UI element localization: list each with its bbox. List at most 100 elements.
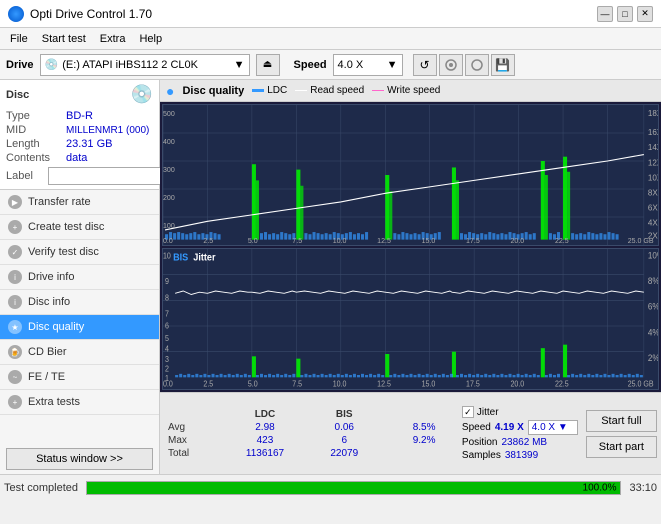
- speed-select[interactable]: 4.0 X ▼: [333, 54, 403, 76]
- sidebar-item-fe-te[interactable]: ~ FE / TE: [0, 365, 159, 390]
- contents-value: data: [66, 151, 153, 165]
- svg-text:BIS: BIS: [173, 252, 189, 264]
- svg-text:7: 7: [165, 309, 169, 319]
- drive-dropdown-arrow: ▼: [234, 59, 245, 71]
- cd-bier-icon: 🍺: [8, 345, 22, 359]
- title-bar: Opti Drive Control 1.70 — □ ✕: [0, 0, 661, 28]
- sidebar-item-disc-info[interactable]: i Disc info: [0, 290, 159, 315]
- type-label: Type: [6, 109, 66, 123]
- jitter-checkbox[interactable]: ✓: [462, 406, 474, 418]
- speed-stat-dropdown[interactable]: 4.0 X ▼: [528, 420, 578, 435]
- burn-icon[interactable]: [439, 54, 463, 76]
- sidebar-item-extra-tests[interactable]: + Extra tests: [0, 390, 159, 415]
- sidebar-item-cd-bier[interactable]: 🍺 CD Bier: [0, 340, 159, 365]
- lower-chart: 10% 8% 6% 4% 2% 10 9 8 7 6 5 4 3 2 1: [162, 248, 659, 390]
- svg-text:8: 8: [165, 293, 169, 303]
- stats-table: LDC BIS Avg 2.98 0.06 8.5%: [164, 408, 454, 460]
- sidebar-nav: ▶ Transfer rate + Create test disc ✓ Ver…: [0, 190, 159, 444]
- charts-area: 18X 16X 14X 12X 10X 8X 6X 4X 2X: [160, 102, 661, 392]
- chart-title: Disc quality: [182, 85, 244, 97]
- svg-text:9: 9: [165, 277, 169, 287]
- extra-tests-icon: +: [8, 395, 22, 409]
- drive-icon: 💿: [45, 58, 59, 71]
- svg-text:12X: 12X: [648, 157, 658, 167]
- fe-te-icon: ~: [8, 370, 22, 384]
- speed-label: Speed: [294, 59, 327, 71]
- jitter-speed-area: ✓ Jitter Speed 4.19 X 4.0 X ▼ Position 2…: [458, 406, 582, 461]
- svg-text:5.0: 5.0: [248, 236, 258, 245]
- disc-quality-label: Disc quality: [28, 321, 84, 333]
- max-jitter: 9.2%: [394, 434, 454, 447]
- extra-tests-label: Extra tests: [28, 396, 80, 408]
- samples-value: 381399: [505, 450, 538, 461]
- status-window-button[interactable]: Status window >>: [6, 448, 153, 470]
- disc-quality-icon: ★: [8, 320, 22, 334]
- svg-text:5.0: 5.0: [248, 379, 258, 389]
- drive-value: (E:) ATAPI iHBS112 2 CL0K: [62, 59, 198, 71]
- minimize-button[interactable]: —: [597, 6, 613, 22]
- sidebar-item-verify-test-disc[interactable]: ✓ Verify test disc: [0, 240, 159, 265]
- svg-text:17.5: 17.5: [466, 379, 480, 389]
- svg-text:10.0: 10.0: [333, 236, 347, 245]
- time-text: 33:10: [629, 482, 657, 494]
- stats-table-area: LDC BIS Avg 2.98 0.06 8.5%: [164, 408, 454, 460]
- chart-header: ● Disc quality LDC Read speed Write spee…: [160, 80, 661, 102]
- menu-start-test[interactable]: Start test: [36, 31, 92, 47]
- close-button[interactable]: ✕: [637, 6, 653, 22]
- app-title: Opti Drive Control 1.70: [30, 7, 152, 21]
- start-full-button[interactable]: Start full: [586, 410, 657, 432]
- position-value: 23862 MB: [501, 437, 547, 448]
- svg-text:6%: 6%: [648, 301, 658, 312]
- start-part-button[interactable]: Start part: [586, 436, 657, 458]
- svg-text:2: 2: [165, 364, 169, 374]
- mid-label: MID: [6, 123, 66, 137]
- erase-icon[interactable]: [465, 54, 489, 76]
- svg-text:7.5: 7.5: [292, 379, 302, 389]
- type-value: BD-R: [66, 109, 153, 123]
- max-label: Max: [164, 434, 220, 447]
- svg-text:25.0 GB: 25.0 GB: [628, 379, 654, 389]
- right-panel: ● Disc quality LDC Read speed Write spee…: [160, 80, 661, 474]
- disc-info-table: Type BD-R MID MILLENMR1 (000) Length 23.…: [6, 109, 153, 165]
- save-icon[interactable]: 💾: [491, 54, 515, 76]
- maximize-button[interactable]: □: [617, 6, 633, 22]
- jitter-checkbox-row: ✓ Jitter: [462, 406, 578, 418]
- avg-jitter: 8.5%: [394, 421, 454, 434]
- svg-text:4%: 4%: [648, 327, 658, 338]
- svg-text:16X: 16X: [648, 127, 658, 137]
- speed-stat-label: Speed: [462, 422, 491, 433]
- total-ldc: 1136167: [220, 447, 309, 460]
- sidebar-item-drive-info[interactable]: i Drive info: [0, 265, 159, 290]
- transfer-rate-label: Transfer rate: [28, 196, 91, 208]
- svg-text:6: 6: [165, 321, 169, 331]
- svg-text:100: 100: [163, 221, 175, 230]
- sidebar: Disc 💿 Type BD-R MID MILLENMR1 (000) Len…: [0, 80, 160, 474]
- menu-extra[interactable]: Extra: [94, 31, 132, 47]
- svg-text:500: 500: [163, 109, 175, 118]
- transfer-rate-icon: ▶: [8, 195, 22, 209]
- sidebar-item-create-test-disc[interactable]: + Create test disc: [0, 215, 159, 240]
- menu-file[interactable]: File: [4, 31, 34, 47]
- length-value: 23.31 GB: [66, 137, 153, 151]
- disc-info-label: Disc info: [28, 296, 70, 308]
- svg-text:10%: 10%: [648, 250, 658, 261]
- drive-label: Drive: [6, 59, 34, 71]
- sidebar-item-disc-quality[interactable]: ★ Disc quality: [0, 315, 159, 340]
- svg-text:10.0: 10.0: [333, 379, 347, 389]
- position-label: Position: [462, 437, 498, 448]
- max-row: Max 423 6 9.2%: [164, 434, 454, 447]
- bis-header: BIS: [310, 408, 379, 421]
- svg-text:0.0: 0.0: [163, 236, 173, 245]
- stats-bar: LDC BIS Avg 2.98 0.06 8.5%: [160, 392, 661, 474]
- eject-button[interactable]: ⏏: [256, 54, 280, 76]
- speed-row: Speed 4.19 X 4.0 X ▼: [462, 420, 578, 435]
- lower-chart-svg: 10% 8% 6% 4% 2% 10 9 8 7 6 5 4 3 2 1: [163, 249, 658, 389]
- svg-text:8X: 8X: [648, 187, 658, 197]
- refresh-icon[interactable]: ↺: [413, 54, 437, 76]
- write-speed-legend: Write speed: [372, 85, 440, 96]
- drive-select[interactable]: 💿 (E:) ATAPI iHBS112 2 CL0K ▼: [40, 54, 250, 76]
- sidebar-item-transfer-rate[interactable]: ▶ Transfer rate: [0, 190, 159, 215]
- menu-help[interactable]: Help: [133, 31, 168, 47]
- svg-text:4X: 4X: [648, 217, 658, 227]
- label-label: Label: [6, 170, 44, 182]
